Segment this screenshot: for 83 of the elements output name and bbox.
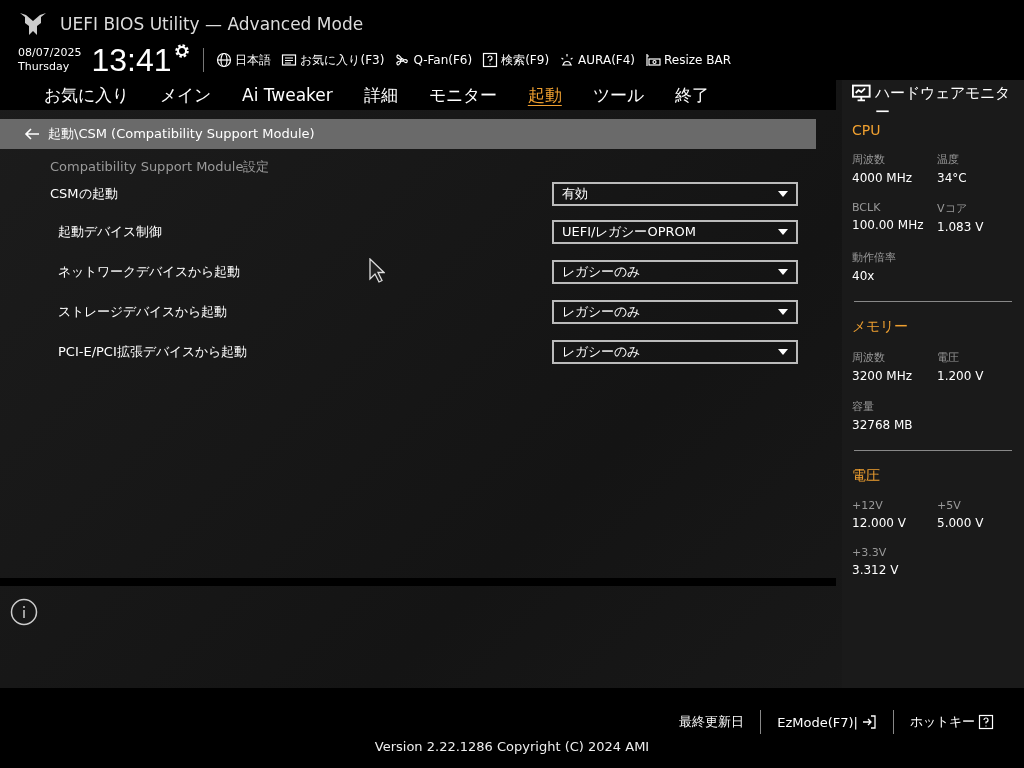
settings-icon[interactable] (173, 42, 192, 60)
setting-label: 起動デバイス制御 (58, 223, 162, 241)
monitor-value: 34°C (937, 171, 968, 185)
help-icon (482, 52, 499, 68)
menu-tab[interactable]: ツール (592, 83, 644, 107)
monitor-label: 電圧 (937, 350, 960, 365)
monitor-value: 32768 MB (852, 418, 914, 432)
menu-tab[interactable]: お気に入り (44, 83, 129, 107)
monitor-value: 40x (852, 269, 876, 283)
menu-tab[interactable]: 起動 (527, 83, 562, 107)
setting-label: PCI-E/PCI拡張デバイスから起動 (58, 343, 247, 361)
menu-tab[interactable]: 詳細 (363, 83, 398, 107)
monitor-value: 100.00 MHz (852, 218, 925, 232)
toolbar-button[interactable]: Resize BAR (645, 52, 732, 68)
clock-time: 13:41 (91, 42, 172, 78)
monitor-value: 1.200 V (937, 369, 985, 383)
monitor-value: 5.000 V (937, 516, 985, 530)
globe-icon (216, 52, 233, 68)
menu-tab[interactable]: モニター (428, 83, 497, 107)
menu-tab[interactable]: Ai Tweaker (242, 85, 333, 105)
menu-tab[interactable]: 終了 (674, 83, 709, 107)
dropdown-value: UEFI/レガシーOPROM (562, 223, 696, 241)
monitor-value: 12.000 V (852, 516, 907, 530)
mouse-cursor-icon (369, 258, 385, 284)
monitor-label: 動作倍率 (852, 250, 897, 265)
monitor-value: 3200 MHz (852, 369, 914, 383)
list-icon (281, 52, 298, 68)
dropdown[interactable]: レガシーのみ (552, 260, 798, 284)
monitor-label: Vコア (937, 201, 968, 216)
monitor-label: 容量 (852, 399, 875, 414)
setting-label: ストレージデバイスから起動 (58, 303, 227, 321)
window-title: UEFI BIOS Utility — Advanced Mode (60, 14, 364, 34)
setting-label: ネットワークデバイスから起動 (58, 263, 240, 281)
toolbar-button[interactable]: お気に入り(F3) (281, 51, 385, 69)
dropdown[interactable]: UEFI/レガシーOPROM (552, 220, 798, 244)
monitor-title: ハードウェアモニター (874, 84, 1011, 122)
fan-icon (394, 52, 411, 68)
date-text: 08/07/2025 (18, 46, 82, 60)
section-title: Compatibility Support Module設定 (49, 158, 271, 176)
monitor-value: 3.312 V (852, 563, 900, 577)
menu-tab[interactable]: メイン (160, 83, 211, 107)
dropdown[interactable]: レガシーのみ (552, 300, 798, 324)
caret-icon (778, 229, 788, 235)
monitor-label: 周波数 (852, 152, 886, 167)
dropdown-value: レガシーのみ (562, 343, 640, 361)
toolbar-button[interactable]: Q-Fan(F6) (394, 52, 473, 68)
breadcrumb-text: 起動\CSM (Compatibility Support Module) (48, 125, 315, 143)
footer-link[interactable]: EzMode(F7)| (761, 714, 893, 730)
caret-icon (778, 309, 788, 315)
monitor-label: +3.3V (852, 546, 888, 559)
monitor-label: +12V (852, 499, 884, 512)
monitor-label: 周波数 (852, 350, 886, 365)
caret-icon (778, 191, 788, 197)
monitor-label: BCLK (852, 201, 882, 214)
dropdown-value: レガシーのみ (562, 303, 640, 321)
caret-icon (778, 269, 788, 275)
dropdown[interactable]: 有効 (552, 182, 798, 206)
setting-label: CSMの起動 (50, 185, 118, 203)
monitor-label: +5V (937, 499, 962, 512)
dropdown-value: レガシーのみ (562, 263, 640, 281)
monitor-label: 温度 (937, 152, 960, 167)
back-arrow-icon[interactable] (24, 127, 40, 141)
dropdown[interactable]: レガシーのみ (552, 340, 798, 364)
card-icon (645, 52, 662, 68)
footer-link[interactable]: 最終更新日 (663, 713, 761, 731)
light-icon (559, 52, 576, 68)
dropdown-value: 有効 (562, 185, 588, 203)
info-icon (10, 598, 38, 626)
toolbar-button[interactable]: 検索(F9) (482, 51, 550, 69)
version-text: Version 2.22.1286 Copyright (C) 2024 AMI (374, 739, 650, 754)
help-icon (978, 714, 994, 730)
monitor-section-title: メモリー (852, 318, 909, 336)
exit-icon (861, 714, 877, 730)
monitor-section-title: CPU (852, 122, 882, 138)
toolbar-button[interactable]: 日本語 (216, 51, 272, 69)
monitor-value: 1.083 V (937, 220, 985, 234)
monitor-section-title: 電圧 (852, 467, 881, 485)
monitor-value: 4000 MHz (852, 171, 914, 185)
caret-icon (778, 349, 788, 355)
monitor-icon (852, 84, 871, 102)
toolbar-button[interactable]: AURA(F4) (559, 52, 636, 68)
footer-link[interactable]: ホットキー (894, 713, 1010, 731)
weekday-text: Thursday (18, 60, 71, 74)
